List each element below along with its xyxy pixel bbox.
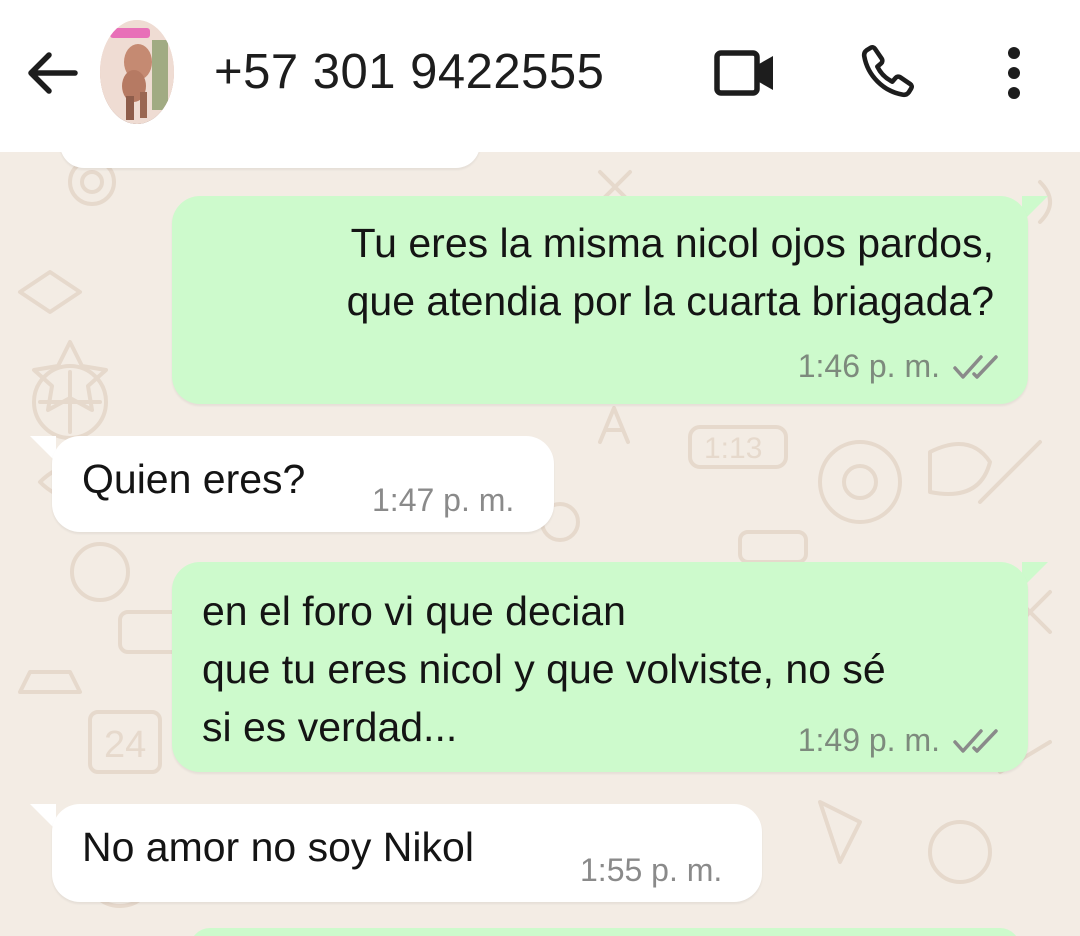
chat-header: +57 301 9422555 bbox=[0, 0, 1080, 152]
svg-text:24: 24 bbox=[104, 724, 146, 766]
voice-call-button[interactable] bbox=[848, 34, 928, 108]
incoming-message-bubble[interactable]: Quien eres? 1:47 p. m. bbox=[52, 436, 554, 532]
message-text: Quien eres? bbox=[82, 456, 306, 502]
message-timestamp: 1:46 p. m. bbox=[797, 348, 940, 384]
chat-area[interactable]: 24 1:13 Tu eres la misma nicol ojos pard… bbox=[0, 152, 1080, 936]
more-options-button[interactable] bbox=[988, 36, 1040, 110]
contact-avatar[interactable] bbox=[100, 20, 174, 124]
message-timestamp: 1:55 p. m. bbox=[580, 852, 723, 888]
message-timestamp: 1:49 p. m. bbox=[797, 722, 940, 758]
contact-name[interactable]: +57 301 9422555 bbox=[214, 42, 604, 102]
outgoing-message-bubble[interactable]: Tu eres la misma nicol ojos pardos, que … bbox=[172, 196, 1028, 404]
phone-icon bbox=[861, 45, 914, 98]
message-timestamp: 1:47 p. m. bbox=[372, 482, 515, 518]
previous-message-bubble bbox=[60, 152, 480, 168]
back-button[interactable] bbox=[14, 38, 90, 108]
avatar-photo bbox=[100, 20, 174, 124]
video-camera-icon bbox=[714, 50, 773, 96]
more-vertical-icon bbox=[1008, 47, 1020, 99]
incoming-message-bubble[interactable]: No amor no soy Nikol 1:55 p. m. bbox=[52, 804, 762, 902]
message-text: Tu eres la misma nicol ojos pardos, que … bbox=[346, 220, 994, 324]
svg-text:1:13: 1:13 bbox=[704, 432, 762, 465]
outgoing-message-bubble[interactable]: en el foro vi que decian que tu eres nic… bbox=[172, 562, 1028, 772]
read-receipt-icon bbox=[953, 729, 998, 753]
read-receipt-icon bbox=[953, 355, 998, 379]
arrow-left-icon bbox=[28, 52, 78, 94]
video-call-button[interactable] bbox=[702, 38, 788, 108]
message-text: No amor no soy Nikol bbox=[82, 824, 474, 870]
next-message-bubble bbox=[190, 928, 1020, 936]
